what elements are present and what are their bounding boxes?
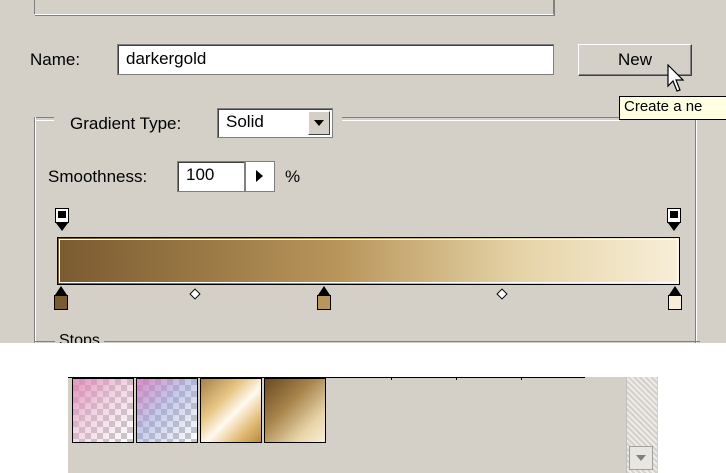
chevron-down-icon: [314, 120, 324, 126]
stops-group-label: Stops: [55, 331, 104, 343]
swatch-divider: [456, 377, 457, 380]
midpoint-diamond[interactable]: [496, 288, 508, 300]
scroll-down-icon: [636, 455, 646, 461]
swatch-divider: [391, 377, 392, 380]
color-stop-middle[interactable]: [317, 286, 331, 312]
stops-group-border: [34, 341, 700, 343]
name-label: Name:: [30, 50, 81, 69]
gradient-preview-bar[interactable]: [57, 237, 680, 285]
gradient-type-label: Gradient Type:: [70, 114, 182, 133]
smoothness-unit: %: [285, 167, 301, 186]
triangle-right-icon: [256, 170, 263, 182]
preset-swatch-pink[interactable]: [72, 378, 134, 443]
swatch-divider: [521, 377, 522, 380]
midpoint-diamond[interactable]: [189, 288, 201, 300]
preset-swatch-violet[interactable]: [136, 378, 198, 443]
scroll-down-button[interactable]: [629, 446, 653, 470]
smoothness-input[interactable]: 100: [177, 161, 245, 192]
group-border: [342, 117, 620, 121]
group-border: [695, 117, 697, 343]
gradient-type-value: Solid: [226, 112, 264, 131]
gradient-type-select[interactable]: Solid: [217, 108, 333, 138]
presets-frame-bottom: [34, 0, 554, 15]
smoothness-slider-button[interactable]: [245, 161, 275, 192]
pointer-cursor-icon: [667, 64, 685, 92]
dropdown-button[interactable]: [308, 111, 330, 135]
name-input[interactable]: darkergold: [117, 44, 554, 75]
preset-swatch-gold[interactable]: [200, 378, 262, 443]
color-stop-left[interactable]: [54, 286, 68, 312]
group-border: [34, 117, 36, 343]
gradient-editor-panel: Name: darkergold New Gradient Type: Soli…: [0, 0, 726, 343]
color-stop-right[interactable]: [668, 286, 682, 312]
group-border: [34, 117, 54, 121]
opacity-stop-left[interactable]: [55, 208, 69, 234]
preset-swatch-darkergold[interactable]: [264, 378, 326, 443]
smoothness-label: Smoothness:: [48, 167, 148, 186]
tooltip: Create a ne: [619, 96, 726, 120]
opacity-stop-right[interactable]: [667, 208, 681, 234]
